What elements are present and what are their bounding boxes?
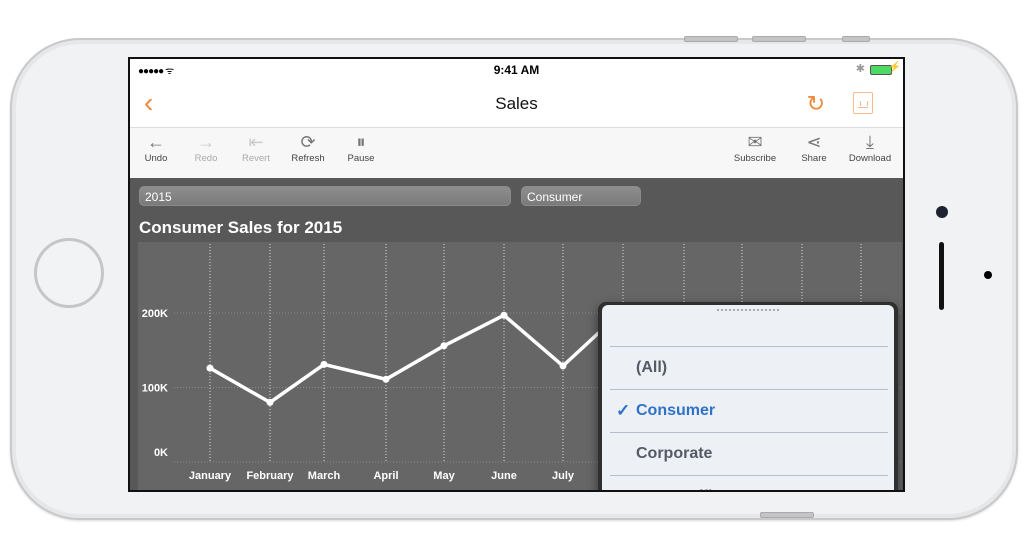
y-tick-label: 0K: [154, 447, 168, 459]
data-point: [559, 362, 567, 370]
download-icon: ⤓: [866, 132, 874, 152]
divider: [610, 475, 888, 476]
nav-bar: ‹ Sales ↻: [130, 81, 903, 128]
undo-arrow-icon: ←: [147, 132, 165, 152]
status-bar: ●●●●● ᯤ 9:41 AM ✱ ⚡: [130, 59, 903, 81]
data-point: [206, 364, 214, 372]
refresh-icon: ⟳: [300, 132, 316, 152]
charging-icon: ⚡: [888, 62, 901, 73]
earpiece-speaker: [939, 242, 944, 310]
data-point: [266, 398, 274, 406]
undo-button[interactable]: ← Undo: [136, 131, 176, 164]
volume-down-button: [752, 36, 806, 42]
refresh-button[interactable]: ⟳ Refresh: [285, 131, 331, 164]
data-point: [500, 311, 508, 319]
x-tick-label: January: [189, 470, 232, 482]
x-tick-label: February: [246, 470, 294, 482]
x-tick-label: July: [552, 470, 575, 482]
y-tick-label: 100K: [142, 383, 168, 395]
data-point: [382, 375, 390, 383]
status-time: 9:41 AM: [493, 63, 540, 77]
reload-icon[interactable]: ↻: [807, 91, 825, 117]
divider: [610, 389, 888, 390]
revert-button[interactable]: ⇤ Revert: [236, 131, 276, 164]
power-button: [760, 512, 814, 518]
download-button[interactable]: ⤓ Download: [844, 131, 896, 164]
pause-database-icon: ⏸: [356, 132, 366, 152]
checkmark-icon: ✓: [616, 401, 631, 420]
redo-button[interactable]: → Redo: [186, 131, 226, 164]
segment-dropdown: (All) ✓ Consumer Corporate Home Office: [598, 302, 898, 490]
toolbar: ← Undo → Redo ⇤ Revert ⟳ Refresh ⏸ Pause…: [130, 128, 903, 178]
dashboard-content: 2015 Consumer Consumer Sales for 2015 0K…: [130, 178, 903, 490]
data-point: [320, 360, 328, 368]
data-point: [440, 342, 448, 350]
y-tick-label: 200K: [142, 308, 168, 320]
front-camera: [936, 206, 948, 218]
redo-arrow-icon: →: [197, 132, 215, 152]
bluetooth-icon: ✱: [855, 63, 865, 75]
page-title: Sales: [495, 94, 538, 113]
x-tick-label: May: [433, 470, 455, 482]
share-icon: ⋖: [806, 132, 822, 152]
share-button[interactable]: ⋖ Share: [794, 131, 834, 164]
home-button[interactable]: [34, 238, 104, 308]
subscribe-button[interactable]: ✉ Subscribe: [730, 131, 780, 164]
series-line: [209, 313, 602, 405]
revert-icon: ⇤: [248, 132, 264, 152]
app-screen: ●●●●● ᯤ 9:41 AM ✱ ⚡ ‹ Sales ↻ ← Undo → R…: [128, 57, 905, 492]
divider: [610, 432, 888, 433]
mail-plus-icon: ✉: [747, 132, 763, 152]
divider: [610, 346, 888, 347]
proximity-sensor: [984, 271, 992, 279]
pause-button[interactable]: ⏸ Pause: [341, 131, 381, 164]
x-tick-label: June: [491, 470, 517, 482]
mute-switch: [842, 36, 870, 42]
x-tick-label: April: [373, 470, 398, 482]
dropdown-panel: (All) ✓ Consumer Corporate Home Office: [602, 305, 894, 490]
document-chart-icon[interactable]: [853, 92, 873, 114]
x-tick-label: March: [308, 470, 341, 482]
volume-up-button: [684, 36, 738, 42]
drag-handle[interactable]: [717, 309, 779, 314]
